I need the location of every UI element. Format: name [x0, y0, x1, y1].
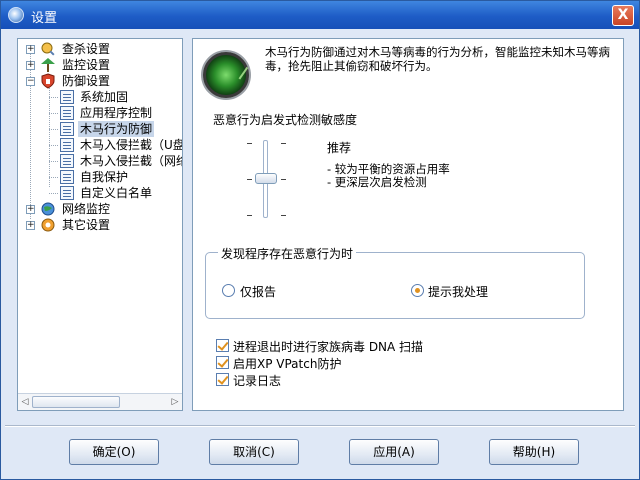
expand-icon[interactable]: + [26, 61, 35, 70]
page-icon [60, 154, 74, 168]
scrollbar-thumb[interactable] [32, 396, 120, 408]
expand-icon[interactable]: + [26, 205, 35, 214]
monitor-icon [40, 57, 56, 73]
tree-item-label: 系统加固 [80, 90, 129, 104]
slider-tick [281, 215, 286, 216]
scroll-right-icon[interactable]: ▷ [169, 396, 181, 408]
tree-item-label: 木马入侵拦截（网络 [80, 154, 183, 168]
malicious-action-group: 发现程序存在恶意行为时 仅报告 提示我处理 [205, 245, 585, 319]
apply-button[interactable]: 应用(A) [349, 439, 439, 465]
expand-icon[interactable]: + [26, 221, 35, 230]
slider-tick [247, 179, 252, 180]
slider-tick [247, 215, 252, 216]
tree-item-self-protect[interactable]: 自我保护 [18, 169, 182, 185]
dialog-body: + 查杀设置 + 监控设置 − 防御设置 系统加固 应用程序控制 木马行为防御 … [5, 29, 635, 476]
tree-item-trojan-behavior[interactable]: 木马行为防御 [18, 121, 182, 137]
tree-item-label: 防御设置 [62, 74, 111, 88]
page-icon [60, 138, 74, 152]
tree-item-scan[interactable]: + 查杀设置 [18, 41, 182, 57]
prompt-me-radio[interactable] [411, 284, 424, 297]
report-only-radio[interactable] [222, 284, 235, 297]
settings-window: 设置 X + 查杀设置 + 监控设置 − 防御设置 系统加固 应用程序控制 木马… [0, 0, 640, 480]
tree-item-label: 监控设置 [62, 58, 111, 72]
tree-item-label: 网络监控 [62, 202, 111, 216]
tree-item-other[interactable]: + 其它设置 [18, 217, 182, 233]
close-button[interactable]: X [612, 5, 634, 26]
level-desc-line: - 更深层次启发检测 [327, 175, 427, 189]
gear-icon [40, 217, 56, 233]
sensitivity-title: 恶意行为启发式检测敏感度 [213, 113, 358, 127]
sensitivity-slider-thumb[interactable] [255, 173, 277, 184]
cancel-button[interactable]: 取消(C) [209, 439, 299, 465]
dna-scan-checkbox[interactable] [216, 339, 229, 352]
ok-button[interactable]: 确定(O) [69, 439, 159, 465]
tree-item-system-hardening[interactable]: 系统加固 [18, 89, 182, 105]
tree-item-label: 木马入侵拦截（U盘 [80, 138, 183, 152]
vpatch-label[interactable]: 启用XP VPatch防护 [233, 355, 341, 372]
page-icon [60, 170, 74, 184]
tree-item-label: 应用程序控制 [80, 106, 153, 120]
tree-item-monitor[interactable]: + 监控设置 [18, 57, 182, 73]
slider-tick [281, 143, 286, 144]
page-icon [60, 106, 74, 120]
scan-icon [40, 41, 56, 57]
prompt-me-label[interactable]: 提示我处理 [428, 283, 488, 300]
tree-item-label: 其它设置 [62, 218, 111, 232]
shield-icon [40, 73, 56, 89]
page-icon [60, 122, 74, 136]
collapse-icon[interactable]: − [26, 77, 35, 86]
sensitivity-level-description: - 较为平衡的资源占用率 - 更深层次启发检测 [327, 163, 450, 189]
tree-item-label: 自定义白名单 [80, 186, 153, 200]
tree-item-app-control[interactable]: 应用程序控制 [18, 105, 182, 121]
help-button[interactable]: 帮助(H) [489, 439, 579, 465]
dna-scan-label[interactable]: 进程退出时进行家族病毒 DNA 扫描 [233, 338, 423, 355]
button-divider [5, 425, 635, 427]
log-checkbox[interactable] [216, 373, 229, 386]
slider-tick [247, 143, 252, 144]
tree-item-whitelist[interactable]: 自定义白名单 [18, 185, 182, 201]
tree-item-network[interactable]: + 网络监控 [18, 201, 182, 217]
slider-tick [281, 179, 286, 180]
tree-item-net-intercept[interactable]: 木马入侵拦截（网络 [18, 153, 182, 169]
sensitivity-level-label: 推荐 [327, 141, 352, 155]
group-title: 发现程序存在恶意行为时 [218, 245, 357, 262]
page-icon [60, 90, 74, 104]
tree-item-defense[interactable]: − 防御设置 [18, 73, 182, 89]
vpatch-checkbox[interactable] [216, 356, 229, 369]
app-shield-icon [8, 7, 24, 23]
expand-icon[interactable]: + [26, 45, 35, 54]
radar-icon [203, 52, 249, 98]
report-only-label[interactable]: 仅报告 [240, 283, 276, 300]
tree-item-label: 查杀设置 [62, 42, 111, 56]
settings-tree: + 查杀设置 + 监控设置 − 防御设置 系统加固 应用程序控制 木马行为防御 … [17, 38, 183, 411]
tree-item-label: 木马行为防御 [78, 121, 155, 137]
trojan-defense-panel: 木马行为防御通过对木马等病毒的行为分析，智能监控未知木马等病毒，抢先阻止其偷窃和… [192, 38, 624, 411]
globe-icon [40, 201, 56, 217]
window-title: 设置 [31, 11, 58, 26]
tree-horizontal-scrollbar[interactable]: ◁ ▷ [18, 393, 182, 410]
tree-item-usb-intercept[interactable]: 木马入侵拦截（U盘 [18, 137, 182, 153]
log-label[interactable]: 记录日志 [233, 372, 281, 389]
title-bar[interactable]: 设置 X [1, 1, 639, 29]
scroll-left-icon[interactable]: ◁ [19, 396, 31, 408]
page-icon [60, 186, 74, 200]
feature-description: 木马行为防御通过对木马等病毒的行为分析，智能监控未知木马等病毒，抢先阻止其偷窃和… [265, 45, 610, 73]
tree-item-label: 自我保护 [80, 170, 129, 184]
